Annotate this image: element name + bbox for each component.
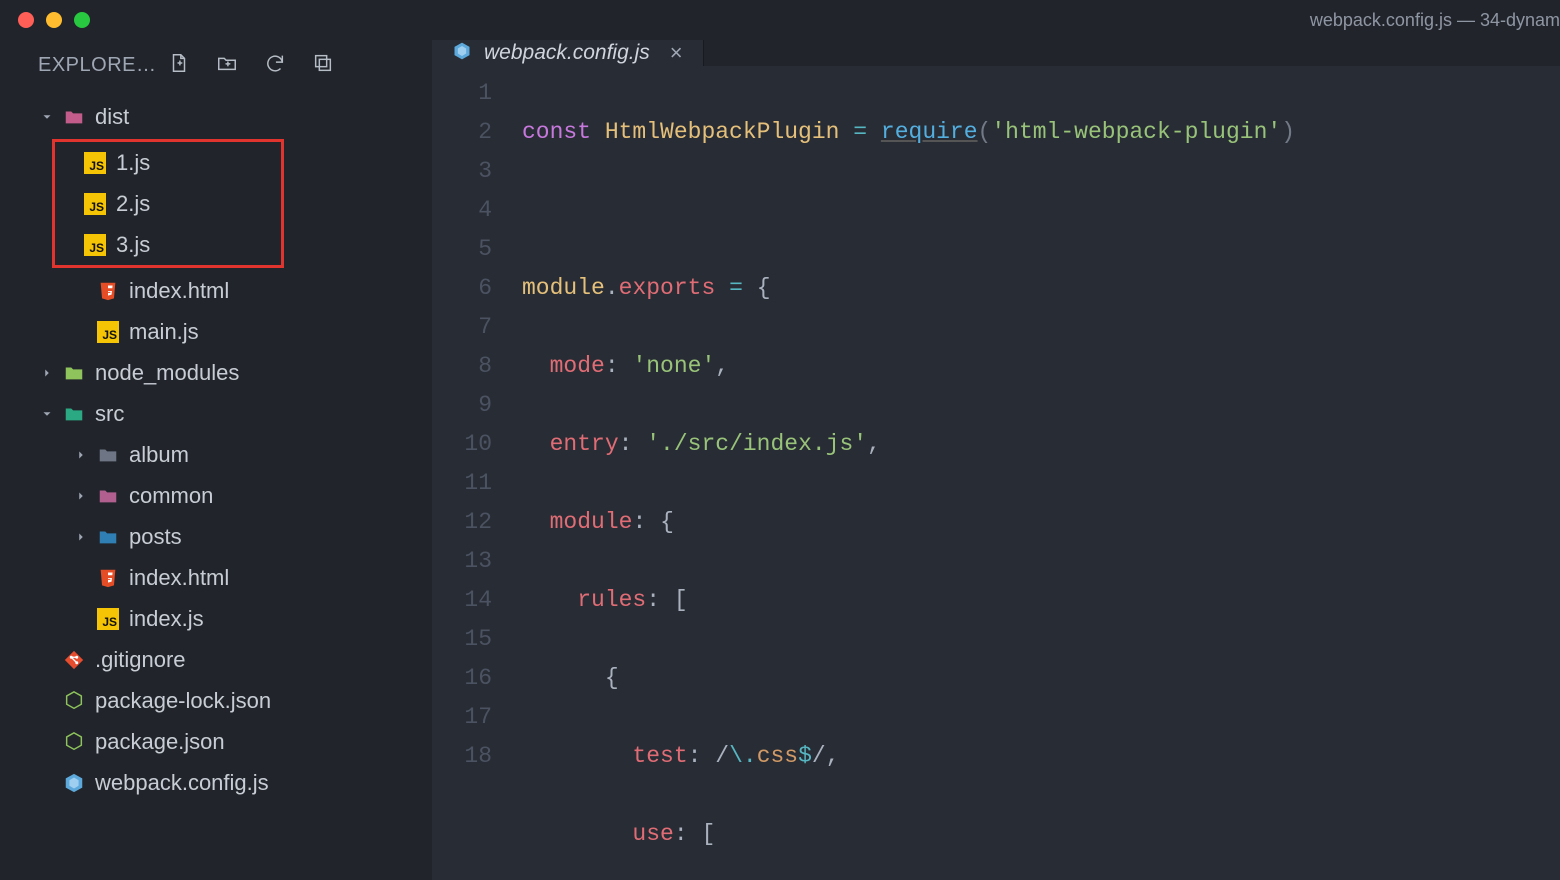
chevron-right-icon bbox=[72, 530, 90, 544]
tree-label: index.html bbox=[129, 565, 229, 591]
tree-file-gitignore[interactable]: .gitignore bbox=[0, 639, 432, 680]
zoom-window-button[interactable] bbox=[74, 12, 90, 28]
tree-label: node_modules bbox=[95, 360, 239, 386]
tree-label: posts bbox=[129, 524, 182, 550]
node-icon bbox=[62, 730, 86, 754]
tree-file-packagelock[interactable]: package-lock.json bbox=[0, 680, 432, 721]
minimize-window-button[interactable] bbox=[46, 12, 62, 28]
chevron-down-icon bbox=[38, 407, 56, 421]
tree-file-src-indexjs[interactable]: JS index.js bbox=[0, 598, 432, 639]
explorer-sidebar: EXPLORER... dist JS 1.js JS bbox=[0, 40, 432, 880]
tree-file-1js[interactable]: JS 1.js bbox=[55, 142, 281, 183]
tree-label: webpack.config.js bbox=[95, 770, 269, 796]
explorer-header: EXPLORER... bbox=[0, 40, 432, 90]
js-icon: JS bbox=[96, 320, 120, 344]
webpack-icon bbox=[452, 41, 472, 66]
folder-icon bbox=[62, 402, 86, 426]
line-gutter: 123456789101112131415161718 bbox=[432, 74, 522, 880]
folder-icon bbox=[96, 484, 120, 508]
tree-label: dist bbox=[95, 104, 129, 130]
tree-file-webpackconfig[interactable]: webpack.config.js bbox=[0, 762, 432, 803]
js-icon: JS bbox=[83, 233, 107, 257]
tree-label: 2.js bbox=[116, 191, 150, 217]
node-icon bbox=[62, 689, 86, 713]
webpack-icon bbox=[62, 771, 86, 795]
explorer-title: EXPLORER... bbox=[38, 54, 168, 77]
editor-area: webpack.config.js × 12345678910111213141… bbox=[432, 40, 1560, 880]
tree-folder-common[interactable]: common bbox=[0, 475, 432, 516]
tree-folder-src[interactable]: src bbox=[0, 393, 432, 434]
tree-label: main.js bbox=[129, 319, 199, 345]
tabbar: webpack.config.js × bbox=[432, 40, 1560, 66]
tree-label: package-lock.json bbox=[95, 688, 271, 714]
chevron-right-icon bbox=[72, 489, 90, 503]
tree-label: src bbox=[95, 401, 124, 427]
collapse-all-icon[interactable] bbox=[312, 52, 334, 79]
tree-label: 3.js bbox=[116, 232, 150, 258]
window-title: webpack.config.js — 34-dynam bbox=[1310, 10, 1560, 31]
folder-icon bbox=[62, 105, 86, 129]
traffic-lights bbox=[18, 12, 90, 28]
folder-icon bbox=[96, 443, 120, 467]
tree-label: index.js bbox=[129, 606, 204, 632]
tree-folder-dist[interactable]: dist bbox=[0, 96, 432, 137]
js-icon: JS bbox=[96, 607, 120, 631]
folder-icon bbox=[62, 361, 86, 385]
tree-folder-album[interactable]: album bbox=[0, 434, 432, 475]
js-icon: JS bbox=[83, 151, 107, 175]
tree-file-indexhtml[interactable]: index.html bbox=[0, 270, 432, 311]
highlight-box: JS 1.js JS 2.js JS 3.js bbox=[52, 139, 284, 268]
tree-label: 1.js bbox=[116, 150, 150, 176]
new-folder-icon[interactable] bbox=[216, 52, 238, 79]
js-icon: JS bbox=[83, 192, 107, 216]
html-icon bbox=[96, 566, 120, 590]
code-editor[interactable]: 123456789101112131415161718 const HtmlWe… bbox=[432, 66, 1560, 880]
window-titlebar: webpack.config.js — 34-dynam bbox=[0, 0, 1560, 40]
tree-folder-nodemodules[interactable]: node_modules bbox=[0, 352, 432, 393]
tree-file-src-indexhtml[interactable]: index.html bbox=[0, 557, 432, 598]
chevron-right-icon bbox=[38, 366, 56, 380]
tree-file-3js[interactable]: JS 3.js bbox=[55, 224, 281, 265]
folder-icon bbox=[96, 525, 120, 549]
tree-file-mainjs[interactable]: JS main.js bbox=[0, 311, 432, 352]
tree-label: index.html bbox=[129, 278, 229, 304]
tree-label: album bbox=[129, 442, 189, 468]
git-icon bbox=[62, 648, 86, 672]
chevron-right-icon bbox=[72, 448, 90, 462]
tree-label: common bbox=[129, 483, 213, 509]
tree-file-packagejson[interactable]: package.json bbox=[0, 721, 432, 762]
close-icon[interactable]: × bbox=[670, 40, 683, 66]
refresh-icon[interactable] bbox=[264, 52, 286, 79]
tree-folder-posts[interactable]: posts bbox=[0, 516, 432, 557]
code-content[interactable]: const HtmlWebpackPlugin = require('html-… bbox=[522, 74, 1560, 880]
close-window-button[interactable] bbox=[18, 12, 34, 28]
tree-label: package.json bbox=[95, 729, 225, 755]
file-tree: dist JS 1.js JS 2.js JS 3.js ind bbox=[0, 90, 432, 880]
html-icon bbox=[96, 279, 120, 303]
tree-label: .gitignore bbox=[95, 647, 186, 673]
tab-webpackconfig[interactable]: webpack.config.js × bbox=[432, 40, 704, 66]
chevron-down-icon bbox=[38, 110, 56, 124]
new-file-icon[interactable] bbox=[168, 52, 190, 79]
tree-file-2js[interactable]: JS 2.js bbox=[55, 183, 281, 224]
tab-label: webpack.config.js bbox=[484, 41, 650, 65]
